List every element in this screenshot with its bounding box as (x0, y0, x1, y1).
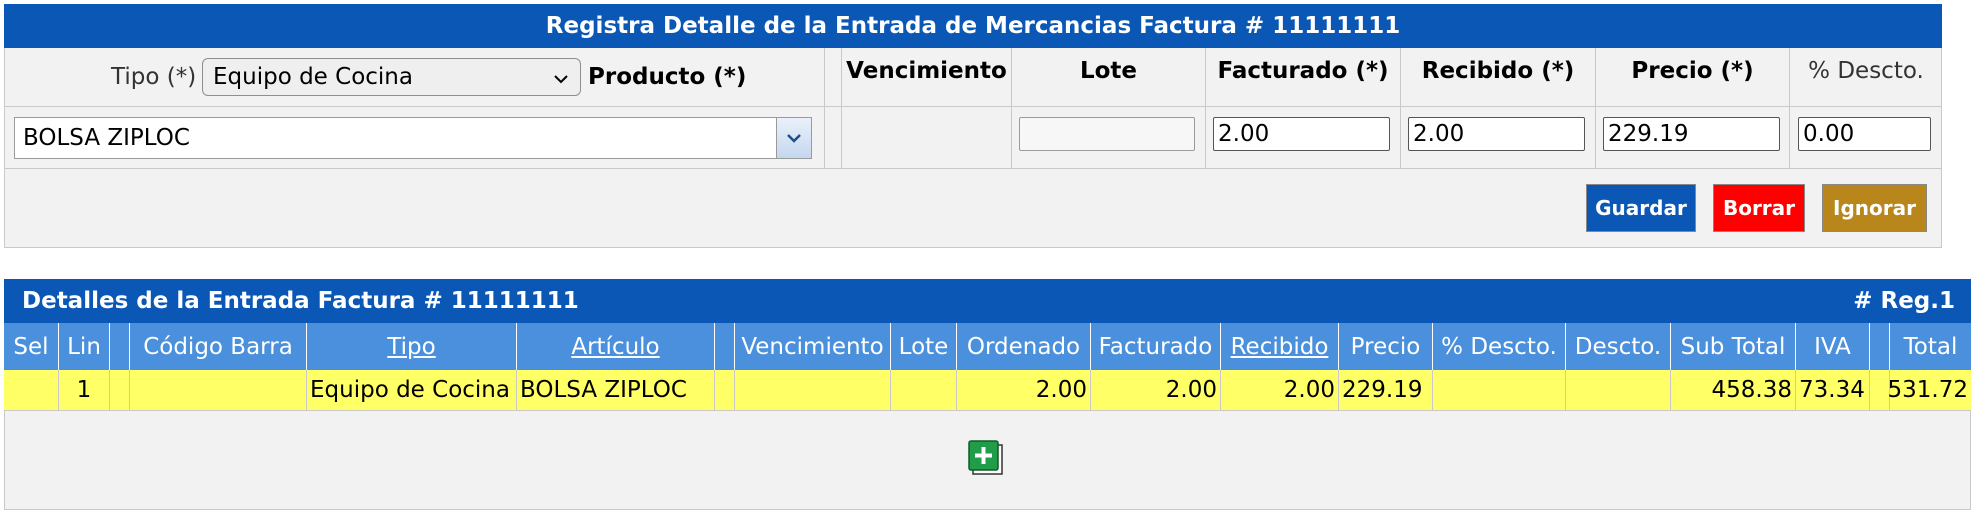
cell-iva: 73.34 (1796, 370, 1870, 411)
vencimiento-header: Vencimiento (846, 58, 1007, 84)
facturado-header: Facturado (*) (1217, 58, 1389, 84)
chevron-down-icon (554, 68, 568, 89)
col-ordenado: Ordenado (957, 323, 1091, 370)
form-row-divider (4, 106, 1942, 107)
producto-label: Producto (*) (588, 64, 747, 90)
tipo-select-value: Equipo de Cocina (213, 64, 413, 90)
col-facturado: Facturado (1091, 323, 1221, 370)
cell-tipo: Equipo de Cocina (307, 370, 517, 411)
col-sub-total: Sub Total (1671, 323, 1796, 370)
cell-codigo-barra (130, 370, 307, 411)
combobox-dropdown-button[interactable] (776, 118, 811, 158)
col-descto: Descto. (1566, 323, 1671, 370)
cell-articulo: BOLSA ZIPLOC (517, 370, 715, 411)
col-tipo-sort[interactable]: Tipo (307, 323, 517, 370)
reg-count: # Reg.1 (1853, 288, 1955, 314)
col-recibido-sort[interactable]: Recibido (1221, 323, 1339, 370)
descto-input[interactable]: 0.00 (1798, 117, 1931, 151)
precio-header: Precio (*) (1631, 58, 1754, 84)
details-title: Detalles de la Entrada Factura # 1111111… (22, 288, 579, 314)
cell-vencimiento (735, 370, 891, 411)
details-title-bar: Detalles de la Entrada Factura # 1111111… (4, 279, 1971, 323)
cell-precio: 229.19 (1339, 370, 1433, 411)
col-lin: Lin (59, 323, 110, 370)
cell-sel[interactable] (4, 370, 59, 411)
cell-descto (1566, 370, 1671, 411)
col-blank (110, 323, 130, 370)
producto-value: BOLSA ZIPLOC (23, 125, 190, 151)
col-articulo-sort[interactable]: Artículo (517, 323, 715, 370)
form-row-divider (4, 168, 1942, 169)
col-codigo-barra: Código Barra (130, 323, 307, 370)
add-row-icon[interactable] (968, 440, 1004, 476)
cell-blank (110, 370, 130, 411)
tipo-select[interactable]: Equipo de Cocina (202, 58, 581, 96)
cell-lin: 1 (59, 370, 110, 411)
borrar-button[interactable]: Borrar (1713, 184, 1805, 232)
col-total: Total (1903, 333, 1958, 360)
col-sel: Sel (4, 323, 59, 370)
cell-sub-total: 458.38 (1671, 370, 1796, 411)
facturado-input[interactable]: 2.00 (1213, 117, 1390, 151)
producto-combobox[interactable]: BOLSA ZIPLOC (14, 117, 812, 159)
cell-pct-descto (1433, 370, 1566, 411)
col-lote: Lote (891, 323, 957, 370)
cell-total: 531.72 (1888, 370, 1971, 411)
descto-header: % Descto. (1808, 58, 1924, 84)
cell-blank (715, 370, 735, 411)
cell-ordenado: 2.00 (957, 370, 1091, 411)
lote-header: Lote (1079, 58, 1138, 84)
col-pct-descto: % Descto. (1433, 323, 1566, 370)
col-vencimiento: Vencimiento (735, 323, 891, 370)
chevron-down-icon (787, 134, 801, 143)
tipo-label: Tipo (*) (111, 64, 197, 90)
details-table-header: Sel Lin Código Barra Tipo Artículo Venci… (4, 323, 1971, 370)
form-title: Registra Detalle de la Entrada de Mercan… (4, 4, 1942, 48)
cell-lote (891, 370, 957, 411)
cell-facturado: 2.00 (1091, 370, 1221, 411)
form-col-divider (824, 48, 825, 168)
guardar-button[interactable]: Guardar (1586, 184, 1696, 232)
precio-input[interactable]: 229.19 (1603, 117, 1780, 151)
recibido-header: Recibido (*) (1421, 58, 1575, 84)
ignorar-button[interactable]: Ignorar (1822, 184, 1927, 232)
col-iva: IVA (1796, 323, 1870, 370)
cell-recibido: 2.00 (1221, 370, 1339, 411)
recibido-input[interactable]: 2.00 (1408, 117, 1585, 151)
col-blank (1870, 323, 1890, 370)
col-precio: Precio (1339, 323, 1433, 370)
table-row[interactable]: 1 Equipo de Cocina BOLSA ZIPLOC 2.00 2.0… (4, 370, 1971, 411)
col-blank (715, 323, 735, 370)
lote-input[interactable] (1019, 117, 1195, 151)
